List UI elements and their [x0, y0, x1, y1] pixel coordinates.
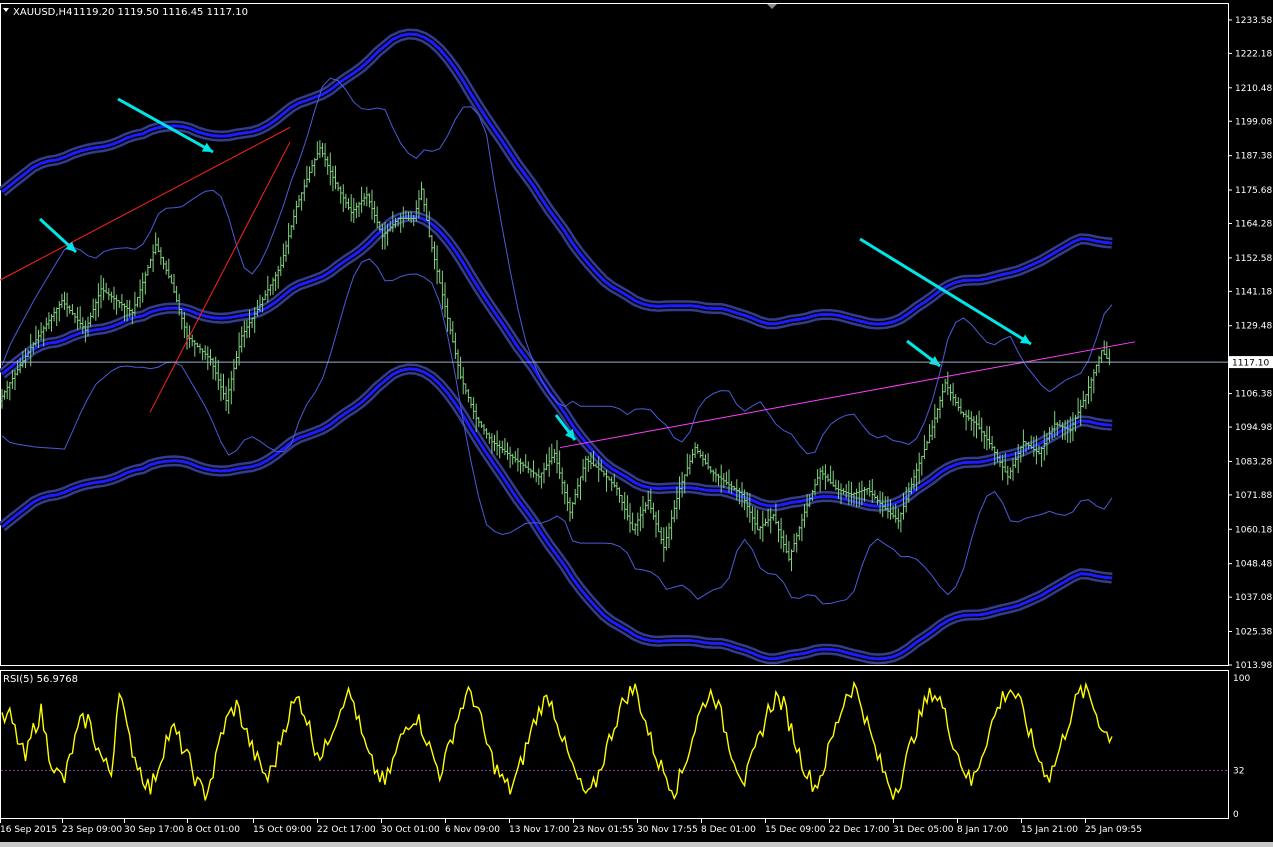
- symbol-title: XAUUSD,H4: [13, 7, 72, 18]
- scrollbar-strip[interactable]: [0, 842, 1273, 847]
- price-tick-label: 1106.38: [1235, 390, 1272, 400]
- price-tick-label: 1141.18: [1235, 287, 1272, 297]
- time-tick-label: 8 Oct 01:00: [187, 825, 240, 835]
- price-tick-label: 1187.38: [1235, 152, 1272, 162]
- price-tick-label: 1060.18: [1235, 525, 1272, 535]
- time-tick-label: 15 Jan 21:00: [1021, 825, 1078, 835]
- price-tick-label: 1199.08: [1235, 117, 1272, 127]
- time-tick-label: 31 Dec 05:00: [893, 825, 954, 835]
- price-tick-label: 1094.98: [1235, 423, 1272, 433]
- chart-canvas[interactable]: XAUUSD,H4 1119.20 1119.50 1116.45 1117.1…: [0, 0, 1273, 847]
- time-tick-label: 15 Oct 09:00: [253, 825, 312, 835]
- time-tick-label: 30 Nov 17:55: [637, 825, 698, 835]
- price-tick-label: 1013.98: [1235, 661, 1272, 671]
- price-tick-label: 1129.48: [1235, 322, 1272, 332]
- time-tick-label: 23 Sep 09:00: [62, 825, 122, 835]
- current-price-label: 1117.10: [1232, 359, 1269, 369]
- price-tick-label: 1048.48: [1235, 560, 1272, 570]
- time-tick-label: 30 Oct 01:00: [381, 825, 440, 835]
- rsi-chart-frame: [0, 670, 1229, 819]
- price-tick-label: 1152.58: [1235, 254, 1272, 264]
- price-axis: 1233.58 1222.18 1210.48 1199.08 1187.38 1175.…: [1228, 16, 1272, 671]
- time-tick-label: 8 Dec 01:00: [701, 825, 756, 835]
- price-tick-label: 1175.68: [1235, 186, 1272, 196]
- time-tick-label: 22 Dec 17:00: [829, 825, 890, 835]
- price-tick-label: 1164.28: [1235, 219, 1272, 229]
- time-axis: 16 Sep 2015 23 Sep 09:00 30 Sep 17:00 8 Oct…: [0, 819, 1142, 835]
- price-tick-label: 1083.28: [1235, 457, 1272, 467]
- price-tick-label: 1025.38: [1235, 628, 1272, 638]
- time-tick-label: 16 Sep 2015: [0, 825, 57, 835]
- time-tick-label: 13 Nov 17:00: [509, 825, 570, 835]
- chart-title: XAUUSD,H4 1119.20 1119.50 1116.45 1117.1…: [3, 7, 248, 18]
- time-tick-label: 15 Dec 09:00: [765, 825, 826, 835]
- time-tick-label: 22 Oct 17:00: [317, 825, 376, 835]
- rsi-title: RSI(5) 56.9768: [3, 674, 78, 685]
- time-tick-label: 30 Sep 17:00: [124, 825, 184, 835]
- rsi-tick-label: 100: [1233, 674, 1250, 684]
- time-tick-label: 8 Jan 17:00: [957, 825, 1009, 835]
- ohlc-values: 1119.20 1119.50 1116.45 1117.10: [73, 7, 248, 18]
- price-tick-label: 1233.58: [1235, 16, 1272, 26]
- price-tick-label: 1210.48: [1235, 84, 1272, 94]
- price-tick-label: 1071.88: [1235, 491, 1272, 501]
- time-tick-label: 23 Nov 01:55: [573, 825, 634, 835]
- time-tick-label: 6 Nov 09:00: [445, 825, 500, 835]
- rsi-tick-label: 32: [1233, 766, 1244, 776]
- time-tick-label: 25 Jan 09:55: [1085, 825, 1142, 835]
- price-tick-label: 1222.18: [1235, 49, 1272, 59]
- rsi-tick-label: 0: [1233, 810, 1239, 820]
- price-tick-label: 1037.08: [1235, 593, 1272, 603]
